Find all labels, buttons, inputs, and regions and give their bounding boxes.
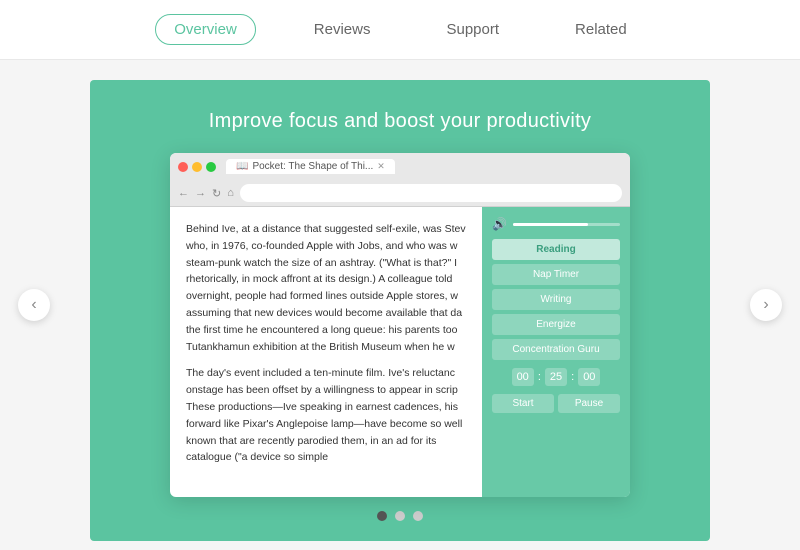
concentration-guru-button[interactable]: Concentration Guru bbox=[492, 339, 620, 360]
dot-yellow bbox=[192, 162, 202, 172]
timer-pause-button[interactable]: Pause bbox=[558, 394, 620, 413]
next-button[interactable]: › bbox=[750, 289, 782, 321]
browser-content: Behind Ive, at a distance that suggested… bbox=[170, 207, 630, 497]
browser-tab: 📖 Pocket: The Shape of Thi... ✕ bbox=[226, 159, 395, 174]
tab-close-icon[interactable]: ✕ bbox=[377, 161, 385, 172]
article-text: Behind Ive, at a distance that suggested… bbox=[170, 207, 490, 497]
timer-minutes: 25 bbox=[545, 368, 567, 386]
prev-button[interactable]: ‹ bbox=[18, 289, 50, 321]
article-paragraph-2: The day's event included a ten-minute fi… bbox=[186, 365, 474, 466]
reload-icon[interactable]: ↻ bbox=[212, 187, 221, 200]
volume-fill bbox=[513, 223, 588, 226]
side-panel: 🔊 Reading Nap Timer Writing Energize Con… bbox=[482, 207, 630, 497]
tab-overview[interactable]: Overview bbox=[155, 14, 256, 45]
timer-sep-1: : bbox=[538, 371, 541, 383]
tab-related[interactable]: Related bbox=[557, 15, 645, 44]
nap-timer-button[interactable]: Nap Timer bbox=[492, 264, 620, 285]
energize-button[interactable]: Energize bbox=[492, 314, 620, 335]
tab-reviews[interactable]: Reviews bbox=[296, 15, 389, 44]
reading-button[interactable]: Reading bbox=[492, 239, 620, 260]
writing-button[interactable]: Writing bbox=[492, 289, 620, 310]
article-paragraph-1: Behind Ive, at a distance that suggested… bbox=[186, 221, 474, 355]
volume-bar[interactable] bbox=[513, 223, 620, 226]
browser-toolbar: 📖 Pocket: The Shape of Thi... ✕ bbox=[170, 153, 630, 180]
forward-icon[interactable]: → bbox=[195, 187, 206, 199]
timer-display: 00 : 25 : 00 bbox=[492, 368, 620, 386]
indicator-dot-3[interactable] bbox=[413, 511, 423, 521]
feature-card: Improve focus and boost your productivit… bbox=[90, 80, 710, 541]
volume-control: 🔊 bbox=[492, 217, 620, 231]
tab-support[interactable]: Support bbox=[428, 15, 517, 44]
browser-dots bbox=[178, 162, 216, 172]
dot-red bbox=[178, 162, 188, 172]
volume-icon: 🔊 bbox=[492, 217, 507, 231]
card-title: Improve focus and boost your productivit… bbox=[209, 110, 592, 133]
content-area: ‹ Improve focus and boost your productiv… bbox=[0, 60, 800, 550]
browser-mockup: 📖 Pocket: The Shape of Thi... ✕ ← → ↻ ⌂ bbox=[170, 153, 630, 497]
timer-start-button[interactable]: Start bbox=[492, 394, 554, 413]
timer-seconds: 00 bbox=[578, 368, 600, 386]
carousel-indicators bbox=[377, 511, 423, 521]
timer-sep-2: : bbox=[571, 371, 574, 383]
dot-green bbox=[206, 162, 216, 172]
timer-hours: 00 bbox=[512, 368, 534, 386]
url-input[interactable] bbox=[240, 184, 622, 202]
back-icon[interactable]: ← bbox=[178, 187, 189, 199]
nav-header: Overview Reviews Support Related bbox=[0, 0, 800, 60]
home-icon[interactable]: ⌂ bbox=[227, 187, 234, 199]
timer-actions: Start Pause bbox=[492, 394, 620, 413]
indicator-dot-2[interactable] bbox=[395, 511, 405, 521]
browser-urlbar: ← → ↻ ⌂ bbox=[170, 180, 630, 207]
tab-title: Pocket: The Shape of Thi... bbox=[252, 161, 373, 172]
indicator-dot-1[interactable] bbox=[377, 511, 387, 521]
tab-favicon: 📖 bbox=[236, 161, 248, 172]
